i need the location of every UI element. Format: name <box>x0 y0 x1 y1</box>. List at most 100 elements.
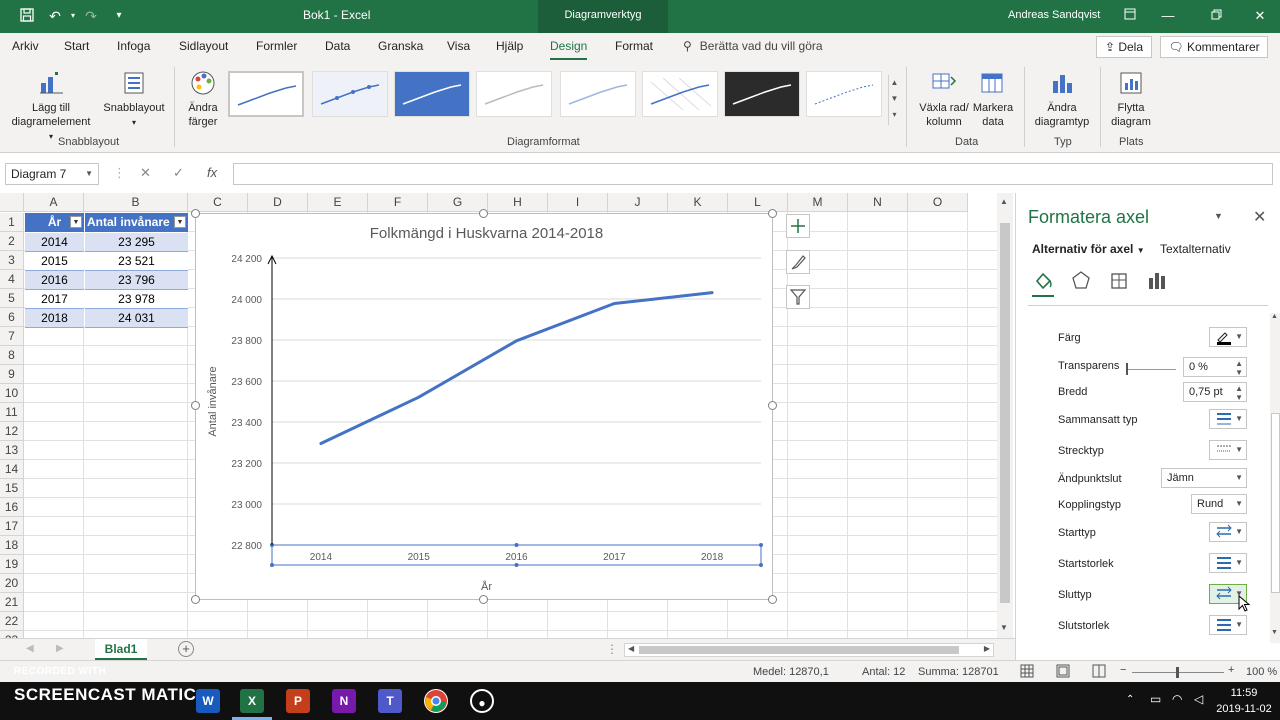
undo-icon[interactable]: ↶ <box>46 7 64 25</box>
chart-filters-button[interactable] <box>786 285 810 309</box>
row-header[interactable]: 20 <box>0 574 24 593</box>
restore-icon[interactable] <box>1206 6 1226 26</box>
select-data-button[interactable]: Markera data <box>972 63 1014 129</box>
resize-handle[interactable] <box>191 209 200 218</box>
tab-arkiv[interactable]: Arkiv <box>12 39 39 53</box>
minimize-icon[interactable]: — <box>1158 6 1178 26</box>
previous-sheet-icon[interactable]: ◀ <box>26 643 34 654</box>
scroll-thumb[interactable] <box>639 646 959 654</box>
user-name[interactable]: Andreas Sandqvist <box>1008 9 1100 21</box>
table-cell[interactable]: 23 978 <box>85 290 188 309</box>
column-header[interactable]: L <box>728 193 788 212</box>
column-header[interactable]: B <box>84 193 188 212</box>
chart-elements-button[interactable] <box>786 214 810 238</box>
resize-handle[interactable] <box>768 401 777 410</box>
row-header[interactable]: 17 <box>0 517 24 536</box>
chart-style-6[interactable] <box>642 71 718 117</box>
row-header[interactable]: 22 <box>0 612 24 631</box>
zoom-out-icon[interactable]: − <box>1120 664 1126 676</box>
column-header[interactable]: G <box>428 193 488 212</box>
resize-handle[interactable] <box>191 595 200 604</box>
resize-handle[interactable] <box>479 595 488 604</box>
word-icon[interactable]: W <box>196 689 220 713</box>
column-header[interactable]: E <box>308 193 368 212</box>
row-header[interactable]: 13 <box>0 441 24 460</box>
onenote-icon[interactable]: N <box>332 689 356 713</box>
chevron-down-icon[interactable]: ▼ <box>85 164 93 184</box>
chart-style-8[interactable] <box>806 71 882 117</box>
share-button[interactable]: ⇪ Dela <box>1096 36 1152 58</box>
row-header[interactable]: 12 <box>0 422 24 441</box>
column-header[interactable]: N <box>848 193 908 212</box>
next-sheet-icon[interactable]: ▶ <box>56 643 64 654</box>
row-header[interactable]: 16 <box>0 498 24 517</box>
save-icon[interactable] <box>18 7 36 25</box>
scroll-down-icon[interactable]: ▼ <box>1000 623 1008 632</box>
scroll-up-icon[interactable]: ▲ <box>1271 313 1278 320</box>
tab-format[interactable]: Format <box>615 39 653 53</box>
begin-arrow-size-picker[interactable]: ▼ <box>1209 553 1247 573</box>
teams-icon[interactable]: T <box>378 689 402 713</box>
zoom-slider-thumb[interactable] <box>1176 667 1179 678</box>
column-header[interactable]: J <box>608 193 668 212</box>
scroll-thumb[interactable] <box>1000 223 1010 603</box>
quick-layout-button[interactable]: Snabblayout ▾ <box>100 63 168 130</box>
compound-type-picker[interactable]: ▼ <box>1209 409 1247 429</box>
tab-data[interactable]: Data <box>325 39 350 53</box>
ribbon-display-icon[interactable] <box>1120 6 1140 26</box>
undo-dropdown-icon[interactable]: ▾ <box>64 7 82 25</box>
redo-icon[interactable]: ↷ <box>82 7 100 25</box>
splitter-icon[interactable]: ⋮ <box>606 642 618 656</box>
table-cell[interactable]: 2017 <box>25 290 84 309</box>
formula-input[interactable] <box>233 163 1273 185</box>
excel-icon[interactable]: X <box>240 689 264 713</box>
page-break-icon[interactable] <box>1092 664 1106 681</box>
line-chart[interactable]: 22 800 23 000 23 200 23 400 23 600 23 800 24 0… <box>195 213 773 600</box>
sheet-tab-blad1[interactable]: Blad1 <box>95 639 147 660</box>
row-header[interactable]: 18 <box>0 536 24 555</box>
width-input[interactable]: 0,75 pt ▲ ▼ <box>1183 382 1247 402</box>
system-clock[interactable]: 11:59 2019-11-02 <box>1214 685 1274 717</box>
insert-function-icon[interactable]: fx <box>207 165 217 180</box>
zoom-level[interactable]: 100 % <box>1246 666 1277 678</box>
chrome-icon[interactable] <box>424 689 448 713</box>
tab-text-options[interactable]: Textalternativ <box>1160 242 1231 256</box>
chevron-down-icon[interactable]: ▼ <box>1214 211 1223 221</box>
pane-scrollbar[interactable]: ▲ ▼ <box>1270 313 1280 643</box>
effects-icon[interactable] <box>1070 269 1092 291</box>
change-colors-button[interactable]: Ändra färger <box>180 63 226 129</box>
chevron-up-icon[interactable]: ⌃ <box>1126 694 1134 705</box>
fill-line-icon[interactable] <box>1032 269 1054 297</box>
row-header[interactable]: 8 <box>0 346 24 365</box>
tab-infoga[interactable]: Infoga <box>117 39 150 53</box>
tab-formler[interactable]: Formler <box>256 39 297 53</box>
row-header[interactable]: 2 <box>0 232 24 251</box>
chart-style-4[interactable] <box>476 71 552 117</box>
begin-arrow-type-picker[interactable]: ▼ <box>1209 522 1247 542</box>
tab-sidlayout[interactable]: Sidlayout <box>179 39 228 53</box>
table-cell[interactable]: 24 031 <box>85 309 188 328</box>
tab-design[interactable]: Design <box>550 39 588 60</box>
name-box[interactable]: Diagram 7 ▼ <box>5 163 99 185</box>
resize-handle[interactable] <box>191 401 200 410</box>
row-header[interactable]: 19 <box>0 555 24 574</box>
row-header[interactable]: 14 <box>0 460 24 479</box>
row-header[interactable]: 6 <box>0 308 24 327</box>
customize-toolbar-icon[interactable]: ▾ <box>110 7 128 25</box>
column-header[interactable]: D <box>248 193 308 212</box>
tell-me-search[interactable]: ⚲ Berätta vad du vill göra <box>683 39 823 53</box>
scroll-up-icon[interactable]: ▲ <box>1000 197 1008 206</box>
size-properties-icon[interactable] <box>1108 269 1130 291</box>
tab-visa[interactable]: Visa <box>447 39 470 53</box>
column-header[interactable]: K <box>668 193 728 212</box>
horizontal-scrollbar[interactable]: ◀ ▶ <box>624 643 994 657</box>
close-icon[interactable]: ✕ <box>1250 6 1270 26</box>
dash-type-picker[interactable]: ▼ <box>1209 440 1247 460</box>
scroll-right-icon[interactable]: ▶ <box>984 644 990 653</box>
chart-style-5[interactable] <box>560 71 636 117</box>
column-header[interactable]: O <box>908 193 968 212</box>
row-header[interactable]: 10 <box>0 384 24 403</box>
confirm-entry-icon[interactable]: ✓ <box>173 165 184 181</box>
table-cell[interactable]: 2016 <box>25 271 84 290</box>
chart-style-1[interactable] <box>228 71 304 117</box>
